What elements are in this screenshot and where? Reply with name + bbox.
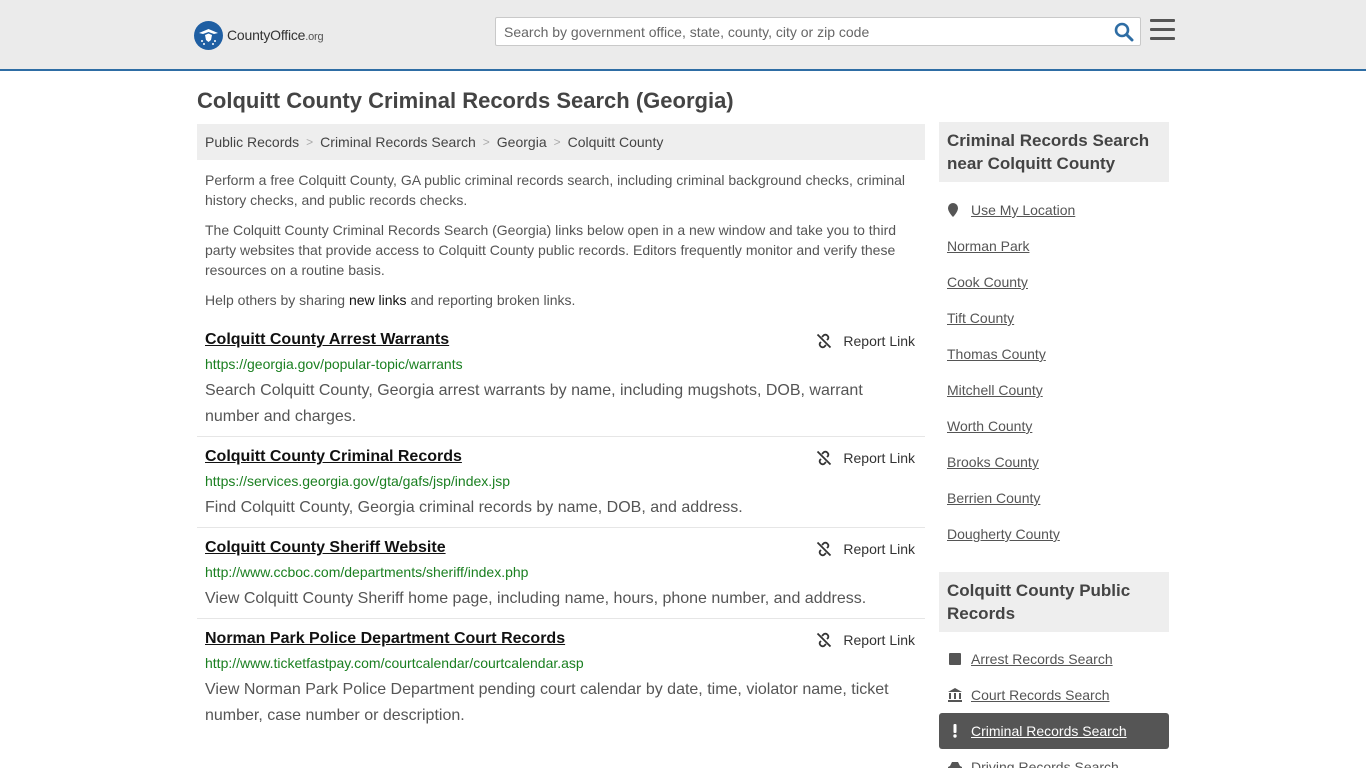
breadcrumb-colquitt-county[interactable]: Colquitt County [568, 134, 664, 150]
broken-link-icon [817, 632, 832, 648]
broken-link-icon [817, 541, 832, 557]
breadcrumb-criminal-records-search[interactable]: Criminal Records Search [320, 134, 476, 150]
result-url: https://services.georgia.gov/gta/gafs/js… [205, 473, 511, 489]
result-title-link[interactable]: Colquitt County Criminal Records [205, 448, 462, 466]
nearby-link-tift-county[interactable]: Tift County [947, 310, 1014, 326]
result-url: http://www.ccboc.com/departments/sheriff… [205, 564, 529, 580]
breadcrumb: Public Records > Criminal Records Search… [197, 124, 925, 160]
site-header: CountyOffice.org [0, 0, 1366, 71]
search-box [495, 17, 1141, 46]
search-icon[interactable] [1114, 22, 1134, 42]
report-link-button[interactable]: Report Link [816, 539, 915, 559]
site-logo[interactable]: CountyOffice.org [194, 20, 324, 50]
logo-eagle-icon [194, 20, 223, 50]
result-title-link[interactable]: Norman Park Police Department Court Reco… [205, 630, 565, 648]
nearby-link-worth-county[interactable]: Worth County [947, 418, 1032, 434]
hamburger-menu-icon[interactable] [1150, 19, 1175, 41]
breadcrumb-public-records[interactable]: Public Records [205, 134, 299, 150]
report-link-button[interactable]: Report Link [816, 331, 915, 351]
page-title: Colquitt County Criminal Records Search … [197, 88, 734, 113]
breadcrumb-separator-icon: > [553, 135, 561, 149]
nearby-link-mitchell-county[interactable]: Mitchell County [947, 382, 1043, 398]
new-links-link[interactable]: new links [349, 292, 407, 308]
sidebar-item-arrest-records[interactable]: Arrest Records Search [939, 641, 1169, 677]
broken-link-icon [817, 333, 832, 349]
courthouse-icon [948, 688, 962, 702]
result-title-link[interactable]: Colquitt County Arrest Warrants [205, 331, 449, 349]
report-link-button[interactable]: Report Link [816, 630, 915, 650]
result-url: https://georgia.gov/popular-topic/warran… [205, 356, 463, 372]
nearby-link-cook-county[interactable]: Cook County [947, 274, 1028, 290]
exclamation-icon [948, 724, 962, 738]
result-title-link[interactable]: Colquitt County Sheriff Website [205, 539, 446, 557]
nearby-link-berrien-county[interactable]: Berrien County [947, 490, 1040, 506]
square-icon [948, 652, 962, 666]
car-icon [948, 760, 962, 768]
nearby-link-thomas-county[interactable]: Thomas County [947, 346, 1046, 362]
sidebar-item-driving-records[interactable]: Driving Records Search [939, 749, 1169, 768]
broken-link-icon [817, 450, 832, 466]
nearby-link-brooks-county[interactable]: Brooks County [947, 454, 1039, 470]
disclaimer-paragraph: The Colquitt County Criminal Records Sea… [205, 222, 897, 278]
result-description: Search Colquitt County, Georgia arrest w… [205, 382, 863, 425]
sidebar-item-court-records[interactable]: Court Records Search [939, 677, 1169, 713]
result-item: Norman Park Police Department Court Reco… [197, 630, 925, 736]
map-pin-icon [948, 203, 958, 217]
search-input[interactable] [496, 18, 1096, 45]
result-url: http://www.ticketfastpay.com/courtcalend… [205, 655, 584, 671]
use-my-location-link[interactable]: Use My Location [947, 202, 1075, 218]
result-item: Colquitt County Sheriff Website Report L… [197, 539, 925, 619]
result-description: Find Colquitt County, Georgia criminal r… [205, 499, 743, 516]
result-item: Colquitt County Criminal Records Report … [197, 448, 925, 528]
sidebar-item-criminal-records[interactable]: Criminal Records Search [939, 713, 1169, 749]
result-description: View Norman Park Police Department pendi… [205, 681, 889, 724]
breadcrumb-separator-icon: > [482, 135, 490, 149]
breadcrumb-separator-icon: > [306, 135, 314, 149]
report-link-button[interactable]: Report Link [816, 448, 915, 468]
nearby-heading: Criminal Records Search near Colquitt Co… [939, 122, 1169, 182]
intro-paragraph: Perform a free Colquitt County, GA publi… [205, 172, 906, 208]
result-item: Colquitt County Arrest Warrants Report L… [197, 331, 925, 437]
nearby-link-norman-park[interactable]: Norman Park [947, 238, 1029, 254]
logo-text: CountyOffice.org [227, 27, 324, 43]
result-description: View Colquitt County Sheriff home page, … [205, 590, 867, 607]
public-records-heading: Colquitt County Public Records [939, 572, 1169, 632]
sharing-paragraph: Help others by sharing new links and rep… [205, 292, 576, 308]
breadcrumb-georgia[interactable]: Georgia [497, 134, 547, 150]
nearby-link-dougherty-county[interactable]: Dougherty County [947, 526, 1060, 542]
